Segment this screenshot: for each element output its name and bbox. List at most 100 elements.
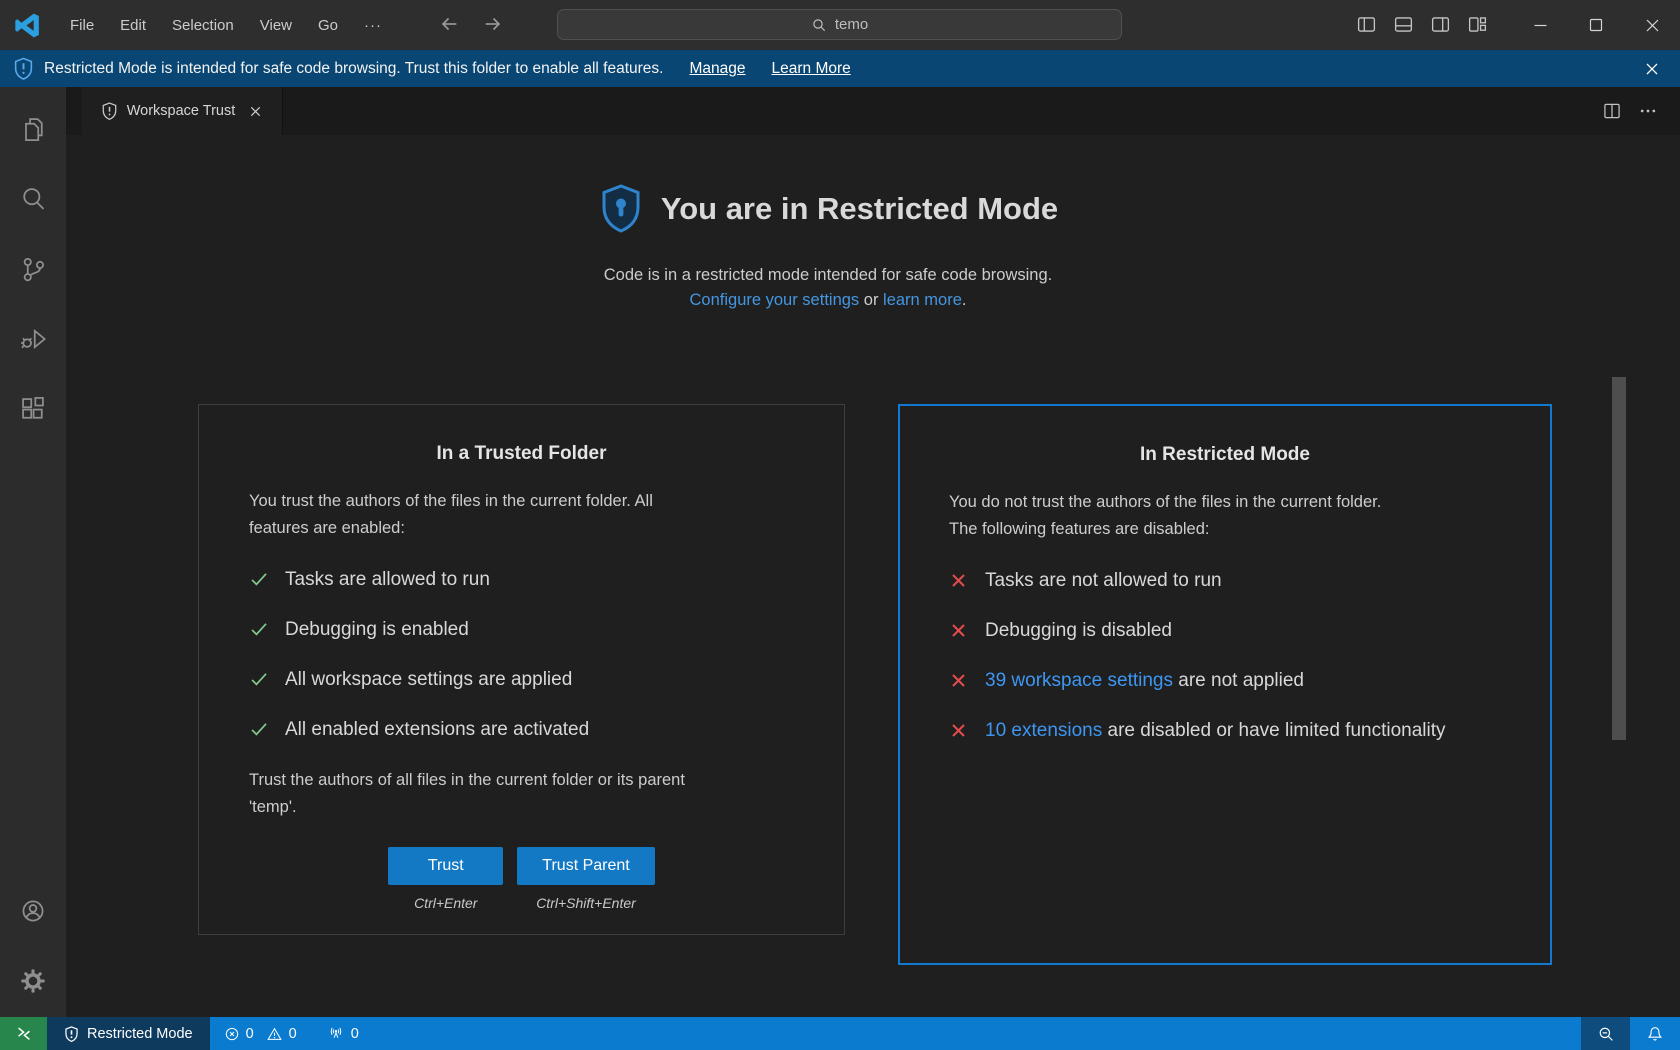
banner-close-icon[interactable]: [1644, 61, 1660, 77]
restricted-mode-status[interactable]: Restricted Mode: [47, 1017, 210, 1050]
feature-text: All enabled extensions are activated: [285, 716, 589, 743]
status-shield-icon: [64, 1026, 79, 1042]
tab-close-icon[interactable]: [248, 104, 263, 119]
account-icon[interactable]: [9, 887, 57, 935]
explorer-icon[interactable]: [9, 105, 57, 153]
check-icon: [249, 566, 271, 593]
menu-view[interactable]: View: [247, 12, 305, 39]
trusted-feature-row: Debugging is enabled: [249, 616, 794, 643]
check-icon: [249, 666, 271, 693]
search-sidebar-icon[interactable]: [9, 175, 57, 223]
configure-settings-link[interactable]: Configure your settings: [690, 291, 860, 309]
toggle-sidebar-right-icon[interactable]: [1430, 14, 1451, 35]
feature-text: Debugging is enabled: [285, 616, 469, 643]
status-bar: Restricted Mode 0 0 0: [0, 1017, 1680, 1050]
toggle-sidebar-left-icon[interactable]: [1356, 14, 1377, 35]
page-title: You are in Restricted Mode: [661, 191, 1058, 227]
banner-text: Restricted Mode is intended for safe cod…: [44, 60, 663, 78]
learn-more-link[interactable]: Learn More: [772, 60, 851, 78]
ports-count: 0: [351, 1026, 359, 1042]
restricted-mode-banner: Restricted Mode is intended for safe cod…: [0, 50, 1680, 87]
problems-status[interactable]: 0 0: [216, 1017, 305, 1050]
trust-footer-text: Trust the authors of all files in the cu…: [249, 767, 794, 821]
trusted-feature-row: All workspace settings are applied: [249, 666, 794, 693]
trusted-feature-row: Tasks are allowed to run: [249, 566, 794, 593]
vscode-logo-icon: [14, 12, 41, 39]
menu-file[interactable]: File: [57, 12, 107, 39]
nav-forward-icon[interactable]: [482, 13, 504, 35]
subtitle-period: .: [962, 291, 967, 309]
workspace-settings-link[interactable]: 39 workspace settings: [985, 670, 1173, 691]
trust-footer-line2: 'temp'.: [249, 798, 297, 816]
editor-tab-bar: Workspace Trust: [66, 87, 1680, 135]
extensions-link[interactable]: 10 extensions: [985, 720, 1102, 741]
error-count: 0: [246, 1026, 254, 1042]
check-icon: [249, 616, 271, 643]
trusted-feature-row: All enabled extensions are activated: [249, 716, 794, 743]
subtitle-learn-more-link[interactable]: learn more: [883, 291, 962, 309]
x-icon: [949, 617, 971, 644]
extensions-icon[interactable]: [9, 385, 57, 433]
menu-go[interactable]: Go: [305, 12, 351, 39]
subtitle-or: or: [859, 291, 883, 309]
editor-more-actions-icon[interactable]: [1638, 101, 1658, 121]
trusted-feature-list: Tasks are allowed to run Debugging is en…: [249, 566, 794, 743]
ports-status[interactable]: 0: [319, 1017, 367, 1050]
notifications-bell-button[interactable]: [1630, 1017, 1680, 1050]
warning-icon: [266, 1026, 283, 1042]
command-center-search[interactable]: temo: [557, 9, 1122, 40]
minimize-button[interactable]: [1512, 0, 1568, 50]
remote-indicator[interactable]: [0, 1017, 47, 1050]
manage-link[interactable]: Manage: [689, 60, 745, 78]
feature-rest: are not applied: [1173, 670, 1304, 691]
menu-edit[interactable]: Edit: [107, 12, 159, 39]
settings-gear-icon[interactable]: [9, 957, 57, 1005]
feature-text: 39 workspace settings are not applied: [985, 667, 1304, 694]
feature-text: All workspace settings are applied: [285, 666, 572, 693]
trust-buttons: Trust Ctrl+Enter Trust Parent Ctrl+Shift…: [249, 847, 794, 911]
title-bar: File Edit Selection View Go ··· temo: [0, 0, 1680, 50]
trusted-desc-line1: You trust the authors of the files in th…: [249, 492, 653, 510]
shield-exclamation-icon: [13, 57, 34, 80]
restricted-panel-title: In Restricted Mode: [949, 444, 1501, 466]
trusted-panel-title: In a Trusted Folder: [249, 443, 794, 465]
tab-workspace-trust[interactable]: Workspace Trust: [82, 87, 283, 135]
trusted-desc-line2: features are enabled:: [249, 519, 405, 537]
x-icon: [949, 717, 971, 744]
check-icon: [249, 716, 271, 743]
search-value: temo: [835, 16, 868, 33]
maximize-button[interactable]: [1568, 0, 1624, 50]
tab-label: Workspace Trust: [127, 103, 236, 119]
menu-selection[interactable]: Selection: [159, 12, 247, 39]
trust-button[interactable]: Trust: [388, 847, 503, 885]
restricted-mode-label: Restricted Mode: [87, 1026, 193, 1042]
menu-more-icon[interactable]: ···: [351, 12, 395, 39]
feature-text: 10 extensions are disabled or have limit…: [985, 717, 1446, 744]
run-debug-icon[interactable]: [9, 315, 57, 363]
trust-shield-icon: [598, 183, 644, 235]
error-icon: [224, 1026, 240, 1042]
tab-shield-icon: [101, 102, 118, 120]
warning-count: 0: [289, 1026, 297, 1042]
close-button[interactable]: [1624, 0, 1680, 50]
restricted-desc-line1: You do not trust the authors of the file…: [949, 493, 1381, 511]
activity-bar: [0, 87, 66, 1017]
source-control-icon[interactable]: [9, 245, 57, 293]
page-subtitle: Code is in a restricted mode intended fo…: [66, 263, 1590, 313]
workspace-trust-editor: You are in Restricted Mode Code is in a …: [66, 135, 1680, 1017]
intro-section: You are in Restricted Mode Code is in a …: [66, 183, 1590, 313]
restricted-feature-row: 39 workspace settings are not applied: [949, 667, 1501, 694]
menu-bar: File Edit Selection View Go ···: [57, 12, 395, 39]
broadcast-icon: [327, 1025, 345, 1042]
customize-layout-icon[interactable]: [1467, 14, 1488, 35]
split-editor-icon[interactable]: [1602, 101, 1622, 121]
subtitle-text: Code is in a restricted mode intended fo…: [604, 266, 1053, 284]
feature-text: Tasks are allowed to run: [285, 566, 490, 593]
restricted-feature-row: Debugging is disabled: [949, 617, 1501, 644]
restricted-feature-list: Tasks are not allowed to run Debugging i…: [949, 567, 1501, 744]
trust-parent-button[interactable]: Trust Parent: [517, 847, 654, 885]
nav-back-icon[interactable]: [438, 13, 460, 35]
editor-scrollbar[interactable]: [1612, 377, 1626, 740]
toggle-panel-icon[interactable]: [1393, 14, 1414, 35]
zoom-out-status-button[interactable]: [1581, 1017, 1630, 1050]
